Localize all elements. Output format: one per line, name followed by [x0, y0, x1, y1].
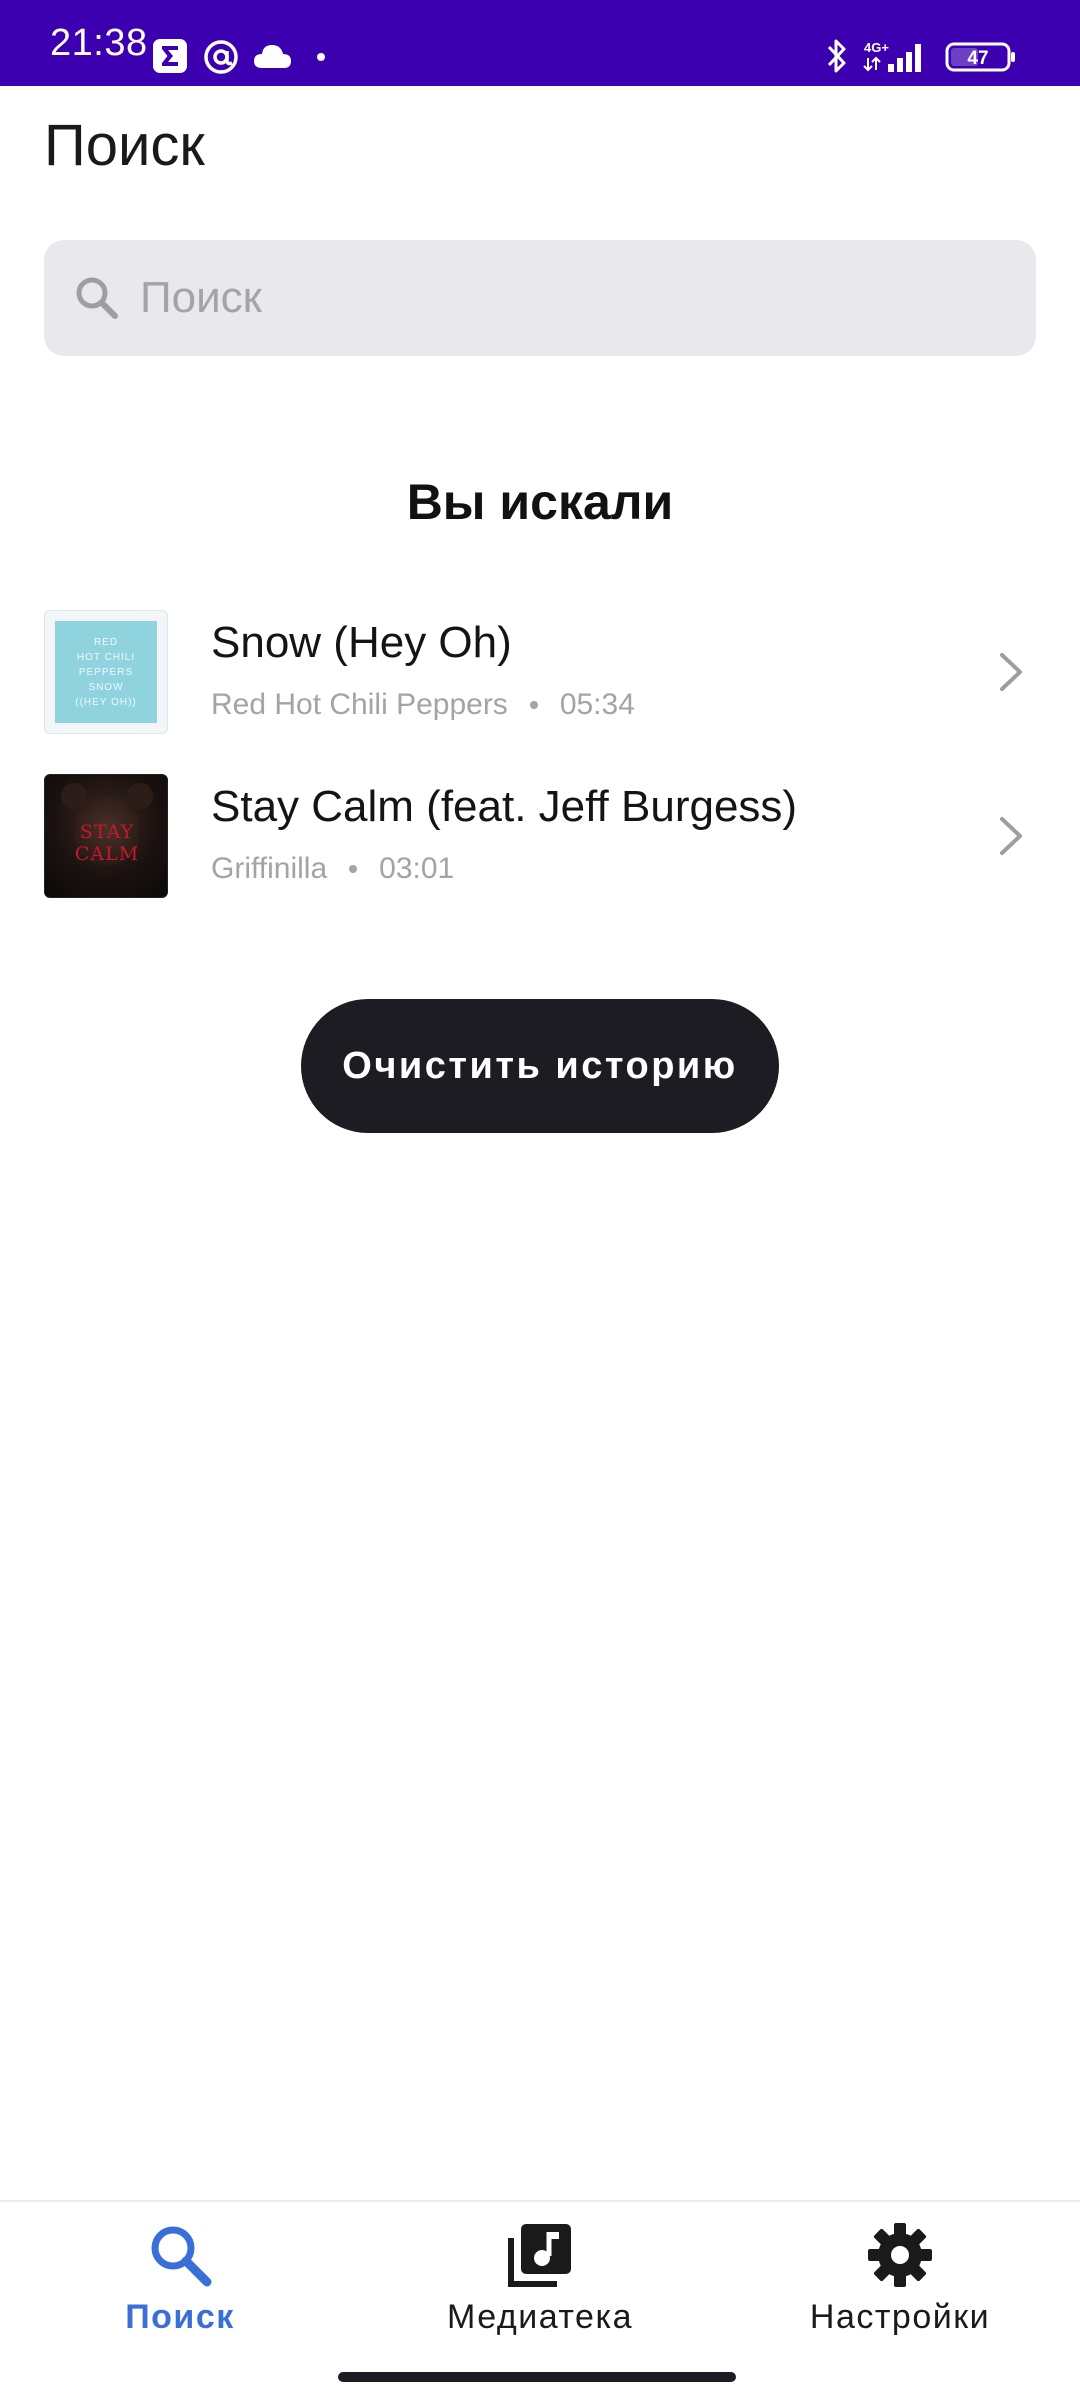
- cover-line: SNOW: [88, 681, 124, 693]
- network-label: 4G+: [864, 40, 889, 55]
- history-list: RED HOT CHILI PEPPERS SNOW ((HEY OH)) Sn…: [0, 604, 1080, 932]
- track-duration: 03:01: [379, 852, 455, 885]
- track-artist: Red Hot Chili Peppers: [211, 688, 508, 721]
- music-library-icon: [508, 2224, 571, 2287]
- search-input[interactable]: [140, 273, 960, 323]
- nav-item-settings[interactable]: Настройки: [750, 2220, 1050, 2360]
- album-cover: RED HOT CHILI PEPPERS SNOW ((HEY OH)): [44, 610, 168, 734]
- history-item-snow[interactable]: RED HOT CHILI PEPPERS SNOW ((HEY OH)) Sn…: [0, 604, 1080, 768]
- track-artist: Griffinilla: [211, 852, 328, 885]
- cover-line: RED: [93, 636, 119, 648]
- page-title: Поиск: [44, 113, 205, 178]
- at-icon: [204, 40, 238, 74]
- gear-icon: [868, 2223, 932, 2287]
- cover-art-text: RED HOT CHILI PEPPERS SNOW ((HEY OH)): [55, 621, 157, 723]
- track-meta: Griffinilla 03:01: [211, 852, 454, 886]
- cover-line: ((HEY OH)): [75, 696, 137, 708]
- nav-label: Медиатека: [447, 2298, 633, 2336]
- cover-line: HOT CHILI: [76, 651, 136, 663]
- track-title: Snow (Hey Oh): [211, 618, 512, 667]
- track-meta: Red Hot Chili Peppers 05:34: [211, 688, 635, 722]
- dot-icon: [317, 53, 325, 61]
- album-cover: STAY CALM: [44, 774, 168, 898]
- bottom-nav: Поиск Медиатека Настройки: [0, 2200, 1080, 2400]
- separator-dot: [349, 865, 358, 873]
- track-title: Stay Calm (feat. Jeff Burgess): [211, 782, 798, 831]
- bluetooth-icon: [827, 39, 846, 73]
- history-item-stay-calm[interactable]: STAY CALM Stay Calm (feat. Jeff Burgess)…: [0, 768, 1080, 932]
- track-duration: 05:34: [559, 688, 635, 721]
- separator-dot: [529, 701, 538, 709]
- battery-level: 47: [967, 48, 988, 69]
- nav-item-library[interactable]: Медиатека: [390, 2220, 690, 2360]
- search-screen: 21:38 4G+ 47 Поиск Поиск Вы искали RED H…: [0, 0, 1080, 2400]
- nav-label: Настройки: [809, 2298, 991, 2336]
- sigma-icon: [153, 39, 187, 73]
- nav-item-search[interactable]: Поиск: [30, 2220, 330, 2360]
- status-time: 21:38: [50, 22, 148, 64]
- search-icon: [76, 277, 118, 319]
- home-indicator[interactable]: [338, 2372, 736, 2382]
- history-title: Вы искали: [406, 474, 674, 530]
- search-field[interactable]: [44, 240, 1036, 356]
- chevron-right-icon[interactable]: [996, 650, 1026, 694]
- search-icon: [151, 2226, 212, 2287]
- cloud-icon: [254, 45, 291, 68]
- status-bar: 21:38 4G+ 47: [0, 0, 1080, 86]
- cover-art-text: STAY CALM: [74, 821, 140, 865]
- signal-icon: 4G+: [863, 40, 921, 72]
- battery-icon: 47: [945, 42, 1017, 72]
- nav-label: Поиск: [125, 2298, 235, 2336]
- chevron-right-icon[interactable]: [996, 814, 1026, 858]
- clear-history-button[interactable]: Очистить историю: [301, 999, 779, 1133]
- cover-line: PEPPERS: [78, 666, 134, 678]
